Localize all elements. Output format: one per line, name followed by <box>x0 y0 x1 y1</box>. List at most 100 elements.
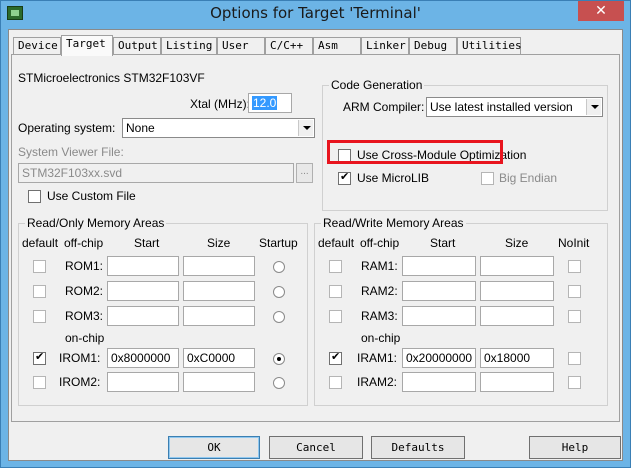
ram-header-noinit: NoInit <box>558 236 590 250</box>
highlight-box <box>327 140 503 164</box>
ram2-start-input[interactable] <box>402 281 476 301</box>
iram2-noinit-checkbox[interactable] <box>568 376 581 389</box>
irom1-startup-radio[interactable] <box>273 353 285 365</box>
rom2-size-input[interactable] <box>183 281 255 301</box>
custom-file-checkbox[interactable] <box>28 190 41 203</box>
ram2-noinit-checkbox[interactable] <box>568 285 581 298</box>
tab-c-cpp[interactable]: C/C++ <box>265 37 313 55</box>
irom1-start-input[interactable]: 0x8000000 <box>107 348 179 368</box>
rom1-default-checkbox[interactable] <box>33 260 46 273</box>
iram1-default-checkbox[interactable] <box>329 350 342 365</box>
xtal-value: 12.0 <box>252 96 278 110</box>
help-button[interactable]: Help <box>529 436 621 459</box>
iram2-size-input[interactable] <box>480 372 554 392</box>
iram1-noinit-checkbox[interactable] <box>568 352 581 365</box>
iram1-size-input[interactable]: 0x18000 <box>480 348 554 368</box>
microlib-checkbox[interactable] <box>338 170 351 185</box>
rom3-default-checkbox[interactable] <box>33 310 46 323</box>
tab-linker[interactable]: Linker <box>361 37 409 55</box>
rom-onchip-label: on-chip <box>65 331 105 345</box>
rom2-default-checkbox[interactable] <box>33 285 46 298</box>
ram3-label: RAM3: <box>361 309 398 323</box>
iram2-start-input[interactable] <box>402 372 476 392</box>
ram3-size-input[interactable] <box>480 306 554 326</box>
iram2-label: IRAM2: <box>357 375 398 389</box>
irom1-size-input[interactable]: 0xC0000 <box>183 348 255 368</box>
tab-utilities[interactable]: Utilities <box>457 37 522 55</box>
ram3-default-checkbox[interactable] <box>329 310 342 323</box>
xtal-input[interactable]: 12.0 <box>248 93 292 113</box>
ram1-noinit-checkbox[interactable] <box>568 260 581 273</box>
svd-label: System Viewer File: <box>18 145 124 159</box>
rom-header-size: Size <box>207 236 231 250</box>
ram-group-title: Read/Write Memory Areas <box>321 216 466 230</box>
os-label: Operating system: <box>18 121 116 135</box>
tab-user[interactable]: User <box>217 37 265 55</box>
rom1-startup-radio[interactable] <box>273 261 285 273</box>
tab-device[interactable]: Device <box>13 37 61 55</box>
rom2-start-input[interactable] <box>107 281 179 301</box>
rom2-label: ROM2: <box>65 284 104 298</box>
svd-input[interactable]: STM32F103xx.svd <box>18 163 294 183</box>
iram2-default-checkbox[interactable] <box>329 376 342 389</box>
rom2-startup-radio[interactable] <box>273 286 285 298</box>
irom2-default-checkbox[interactable] <box>33 376 46 389</box>
cancel-button[interactable]: Cancel <box>269 436 363 459</box>
ram2-size-input[interactable] <box>480 281 554 301</box>
ram2-label: RAM2: <box>361 284 398 298</box>
os-select-value: None <box>126 121 155 135</box>
rom3-label: ROM3: <box>65 309 104 323</box>
ram-header-size: Size <box>505 236 529 250</box>
svd-browse-button[interactable]: ... <box>296 163 313 183</box>
ok-button[interactable]: OK <box>168 436 260 459</box>
irom2-start-input[interactable] <box>107 372 179 392</box>
iram1-start-input[interactable]: 0x20000000 <box>402 348 476 368</box>
chevron-down-icon[interactable] <box>298 120 313 136</box>
chevron-down-icon[interactable] <box>586 99 601 115</box>
ram1-size-input[interactable] <box>480 256 554 276</box>
window-title: Options for Target 'Terminal' <box>210 4 421 22</box>
ram-header-offchip: off-chip <box>360 236 400 250</box>
tab-output[interactable]: Output <box>113 37 161 55</box>
ram3-start-input[interactable] <box>402 306 476 326</box>
os-select[interactable]: None <box>122 118 315 138</box>
ram3-noinit-checkbox[interactable] <box>568 310 581 323</box>
xtal-label: Xtal (MHz): <box>190 97 250 111</box>
defaults-button[interactable]: Defaults <box>371 436 465 459</box>
rom-header-default: default <box>22 236 59 250</box>
close-button[interactable]: ✕ <box>578 1 624 21</box>
big-endian-label: Big Endian <box>499 171 558 185</box>
title-bar[interactable]: Options for Target 'Terminal' ✕ <box>1 1 630 27</box>
irom1-default-checkbox[interactable] <box>33 350 46 365</box>
rom3-startup-radio[interactable] <box>273 311 285 323</box>
rom-header-start: Start <box>134 236 160 250</box>
irom2-startup-radio[interactable] <box>273 377 285 389</box>
ram1-default-checkbox[interactable] <box>329 260 342 273</box>
code-generation-title: Code Generation <box>329 78 425 92</box>
rom1-start-input[interactable] <box>107 256 179 276</box>
rom-group-title: Read/Only Memory Areas <box>25 216 167 230</box>
iram1-label: IRAM1: <box>357 351 398 365</box>
rom-group: Read/Only Memory Areas default off-chip … <box>18 216 308 406</box>
rom1-label: ROM1: <box>65 259 104 273</box>
big-endian-checkbox[interactable] <box>481 172 494 185</box>
options-dialog-window: Options for Target 'Terminal' ✕ Device T… <box>0 0 631 468</box>
arm-compiler-value: Use latest installed version <box>430 100 573 114</box>
tab-debug[interactable]: Debug <box>409 37 457 55</box>
ram-group: Read/Write Memory Areas default off-chip… <box>314 216 608 406</box>
rom3-size-input[interactable] <box>183 306 255 326</box>
ram1-start-input[interactable] <box>402 256 476 276</box>
ram-header-start: Start <box>430 236 456 250</box>
arm-compiler-select[interactable]: Use latest installed version <box>426 97 603 117</box>
irom2-label: IROM2: <box>59 375 101 389</box>
dialog-client-area: Device Target Output Listing User C/C++ … <box>8 29 623 461</box>
tab-asm[interactable]: Asm <box>313 37 361 55</box>
irom2-size-input[interactable] <box>183 372 255 392</box>
rom3-start-input[interactable] <box>107 306 179 326</box>
tab-listing[interactable]: Listing <box>161 37 217 55</box>
tab-target[interactable]: Target <box>61 35 113 56</box>
ram2-default-checkbox[interactable] <box>329 285 342 298</box>
rom1-size-input[interactable] <box>183 256 255 276</box>
device-name: STMicroelectronics STM32F103VF <box>18 71 205 85</box>
irom1-label: IROM1: <box>59 351 101 365</box>
